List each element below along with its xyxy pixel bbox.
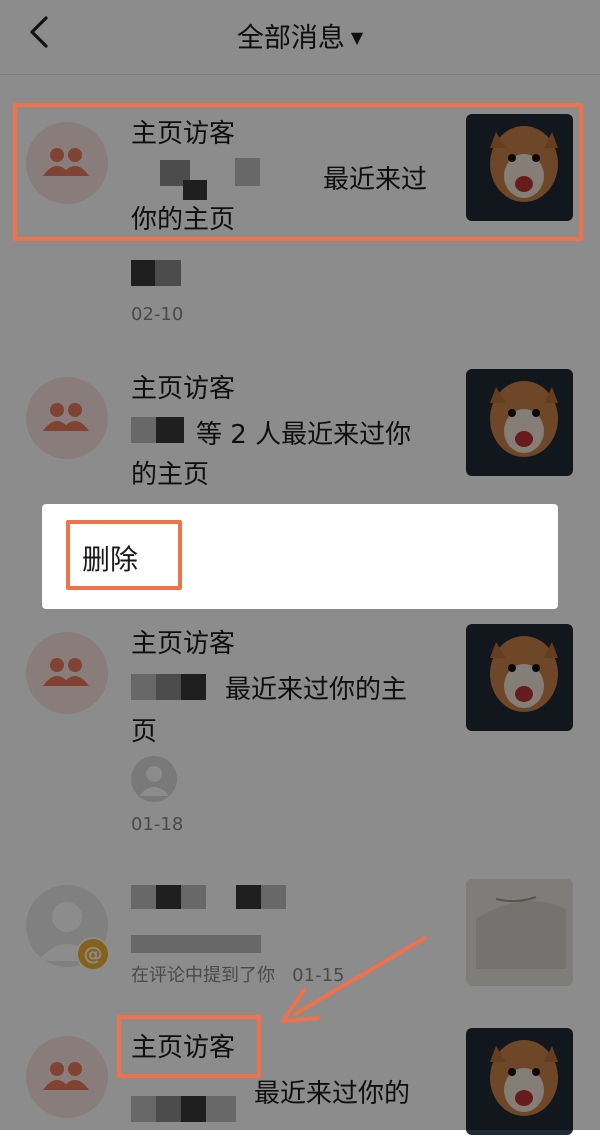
annotation-arrow-icon — [281, 936, 427, 1023]
